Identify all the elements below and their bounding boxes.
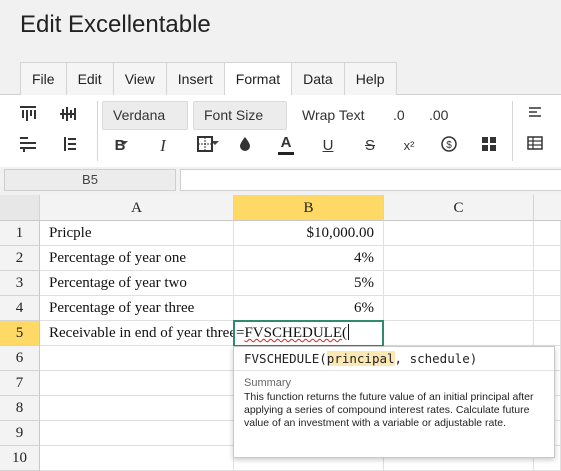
cell-a2[interactable]: Percentage of year one bbox=[40, 246, 234, 271]
cell-c5[interactable] bbox=[384, 321, 534, 346]
merge-icon[interactable] bbox=[479, 136, 499, 156]
tab-edit[interactable]: Edit bbox=[65, 62, 114, 95]
page-title: Edit Excellentable bbox=[20, 11, 211, 38]
fill-color-icon[interactable] bbox=[235, 136, 255, 156]
cell-d1[interactable] bbox=[534, 221, 561, 246]
select-all-corner[interactable] bbox=[0, 195, 40, 221]
strikethrough-icon[interactable]: S bbox=[360, 136, 380, 156]
formula-input[interactable] bbox=[180, 169, 561, 191]
row-header[interactable]: 1 bbox=[0, 221, 40, 246]
row-header[interactable]: 6 bbox=[0, 346, 40, 371]
row-header[interactable]: 9 bbox=[0, 421, 40, 446]
cell-a1[interactable]: Pricple bbox=[40, 221, 234, 246]
font-color-icon[interactable]: A bbox=[276, 135, 296, 155]
tab-help[interactable]: Help bbox=[343, 62, 397, 95]
cell-a6[interactable] bbox=[40, 346, 234, 371]
align-top-icon[interactable] bbox=[18, 106, 38, 126]
cell-c4[interactable] bbox=[384, 296, 534, 321]
cell-a8[interactable] bbox=[40, 396, 234, 421]
decrease-decimal-button[interactable]: .0 bbox=[393, 107, 405, 123]
font-color-letter: A bbox=[280, 134, 292, 151]
formula-suffix: ( bbox=[341, 325, 347, 341]
cell-d5[interactable] bbox=[534, 321, 561, 346]
tab-file[interactable]: File bbox=[20, 62, 67, 95]
font-family-value: Verdana bbox=[113, 107, 166, 123]
border-icon[interactable] bbox=[195, 136, 215, 156]
cell-b2[interactable]: 4% bbox=[234, 246, 384, 271]
row-header[interactable]: 2 bbox=[0, 246, 40, 271]
font-color-swatch bbox=[278, 152, 294, 155]
toolbar-divider bbox=[512, 101, 513, 161]
cell-a7[interactable] bbox=[40, 371, 234, 396]
font-size-select[interactable]: Font Size bbox=[193, 101, 287, 146]
tooltip-divider bbox=[234, 370, 554, 371]
currency-symbol: $ bbox=[446, 140, 452, 151]
font-size-value: Font Size bbox=[204, 107, 264, 123]
tab-data[interactable]: Data bbox=[291, 62, 345, 95]
function-signature: FVSCHEDULE(principal, schedule) bbox=[244, 351, 477, 366]
cell-d3[interactable] bbox=[534, 271, 561, 296]
tab-view[interactable]: View bbox=[112, 62, 167, 95]
bold-icon[interactable]: B bbox=[110, 136, 130, 156]
cell-a3[interactable]: Percentage of year two bbox=[40, 271, 234, 296]
cell-c1[interactable] bbox=[384, 221, 534, 246]
menu-tabs: File Edit View Insert Format Data Help bbox=[20, 62, 397, 96]
cell-reference-box[interactable]: B5 bbox=[4, 169, 176, 191]
signature-active-param: principal bbox=[326, 351, 395, 366]
menu-bar: File Edit View Insert Format Data Help bbox=[0, 58, 561, 96]
column-header-b[interactable]: B bbox=[234, 195, 384, 221]
function-description: This function returns the future value o… bbox=[244, 391, 534, 429]
column-header-d[interactable] bbox=[534, 195, 561, 221]
formula-bar: B5 bbox=[0, 167, 561, 195]
row-header[interactable]: 7 bbox=[0, 371, 40, 396]
row-header[interactable]: 8 bbox=[0, 396, 40, 421]
superscript-icon[interactable]: x² bbox=[399, 136, 419, 156]
align-vertical-icon[interactable] bbox=[58, 136, 78, 156]
italic-icon[interactable]: I bbox=[153, 136, 173, 156]
font-family-select[interactable]: Verdana bbox=[102, 101, 188, 146]
formula-function: FVSCHEDULE bbox=[244, 325, 342, 341]
cell-c2[interactable] bbox=[384, 246, 534, 271]
wrap-text-button[interactable]: Wrap Text bbox=[302, 107, 365, 123]
title-bar: Edit Excellentable bbox=[0, 0, 561, 58]
column-header-c[interactable]: C bbox=[384, 195, 534, 221]
align-left-icon[interactable] bbox=[525, 106, 545, 126]
cell-b4[interactable]: 6% bbox=[234, 296, 384, 321]
cell-b1[interactable]: $10,000.00 bbox=[234, 221, 384, 246]
row-header[interactable]: 5 bbox=[0, 321, 40, 346]
cell-c3[interactable] bbox=[384, 271, 534, 296]
underline-icon[interactable]: U bbox=[318, 136, 338, 156]
table-icon[interactable] bbox=[525, 136, 545, 156]
currency-icon[interactable]: $ bbox=[439, 136, 459, 156]
signature-name: FVSCHEDULE( bbox=[244, 351, 327, 366]
text-cursor bbox=[347, 324, 349, 340]
summary-label: Summary bbox=[244, 377, 292, 389]
signature-rest: , schedule) bbox=[394, 351, 478, 366]
function-help-tooltip: FVSCHEDULE(principal, schedule) Summary … bbox=[233, 346, 555, 458]
cell-b3[interactable]: 5% bbox=[234, 271, 384, 296]
toolbar: Verdana Font Size Wrap Text .0 .00 B I A… bbox=[0, 95, 561, 167]
cell-d2[interactable] bbox=[534, 246, 561, 271]
row-header[interactable]: 4 bbox=[0, 296, 40, 321]
cell-a5[interactable]: Receivable in end of year three bbox=[40, 321, 236, 346]
row-header[interactable]: 3 bbox=[0, 271, 40, 296]
cell-d4[interactable] bbox=[534, 296, 561, 321]
align-middle-icon[interactable] bbox=[58, 106, 78, 126]
tab-insert[interactable]: Insert bbox=[165, 62, 225, 95]
toolbar-divider bbox=[97, 101, 98, 161]
cell-a4[interactable]: Percentage of year three bbox=[40, 296, 234, 321]
tab-format[interactable]: Format bbox=[223, 62, 293, 96]
cell-a10[interactable] bbox=[40, 446, 234, 471]
increase-decimal-button[interactable]: .00 bbox=[429, 107, 448, 123]
column-header-a[interactable]: A bbox=[40, 195, 234, 221]
active-cell-editor[interactable]: =FVSCHEDULE( bbox=[233, 320, 384, 347]
row-header[interactable]: 10 bbox=[0, 446, 40, 471]
align-bottom-icon[interactable] bbox=[18, 136, 38, 156]
cell-a9[interactable] bbox=[40, 421, 234, 446]
